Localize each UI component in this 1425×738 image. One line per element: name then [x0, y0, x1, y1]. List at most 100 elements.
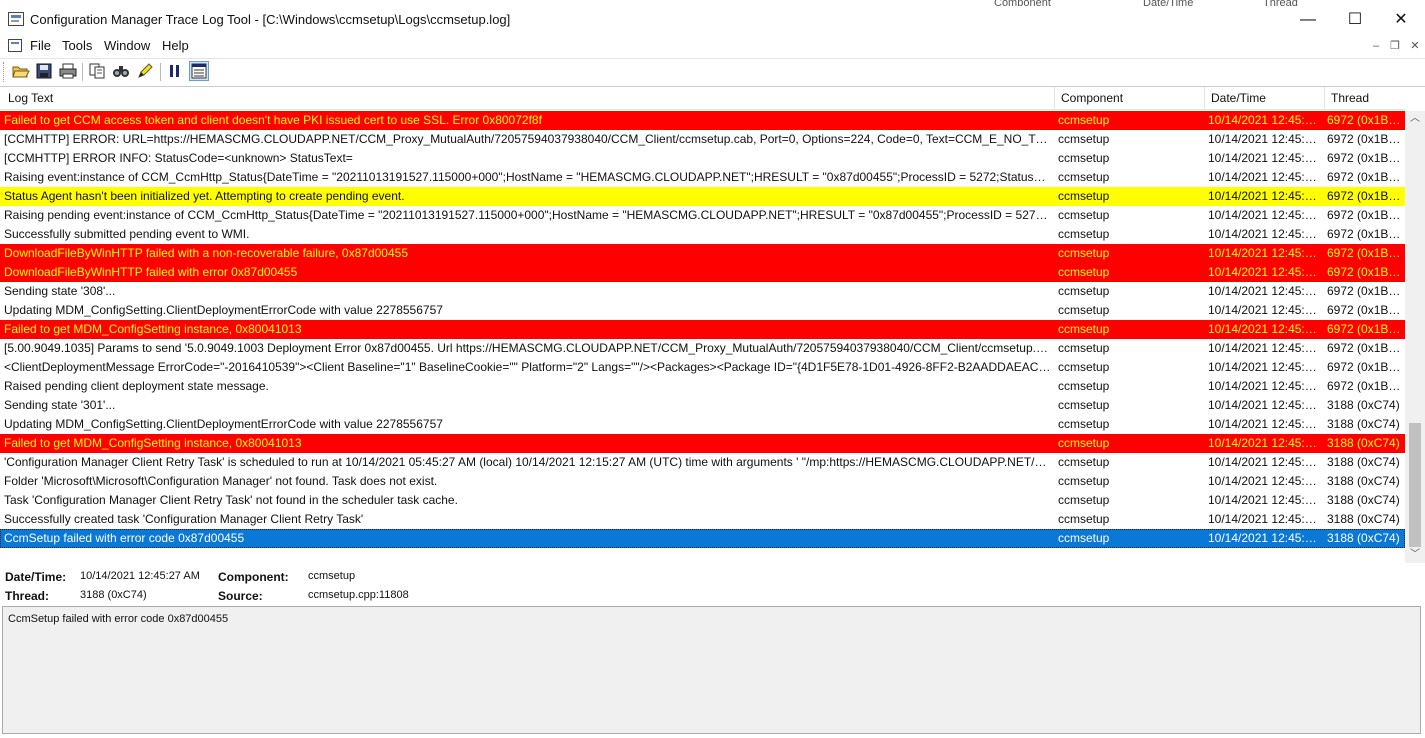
- log-text-cell: DownloadFileByWinHTTP failed with error …: [4, 265, 298, 279]
- message-box[interactable]: CcmSetup failed with error code 0x87d004…: [2, 606, 1421, 734]
- mdi-close-button[interactable]: ✕: [1408, 39, 1422, 53]
- datetime-cell: 10/14/2021 12:45:27 A: [1208, 360, 1320, 374]
- log-row[interactable]: Status Agent hasn't been initialized yet…: [0, 187, 1405, 206]
- datetime-cell: 10/14/2021 12:45:27 A: [1208, 151, 1320, 165]
- log-row[interactable]: Raising event:instance of CCM_CcmHttp_St…: [0, 168, 1405, 187]
- datetime-cell: 10/14/2021 12:45:27 A: [1208, 379, 1320, 393]
- maximize-button[interactable]: ☐: [1332, 6, 1378, 34]
- log-text-cell: CcmSetup failed with error code 0x87d004…: [4, 531, 245, 545]
- log-row[interactable]: DownloadFileByWinHTTP failed with error …: [0, 263, 1405, 282]
- log-text-cell: <ClientDeploymentMessage ErrorCode="-201…: [4, 360, 1052, 374]
- menu-tools[interactable]: Tools: [62, 38, 92, 53]
- component-cell: ccmsetup: [1058, 436, 1110, 450]
- title-bar: Component Date/Time Thread Configuration…: [0, 0, 1425, 36]
- background-header-component: Component: [994, 0, 1051, 6]
- log-row[interactable]: Raised pending client deployment state m…: [0, 377, 1405, 396]
- log-row[interactable]: 'Configuration Manager Client Retry Task…: [0, 453, 1405, 472]
- mdi-minimize-button[interactable]: –: [1369, 39, 1383, 53]
- open-folder-icon[interactable]: [10, 61, 30, 81]
- thread-cell: 6972 (0x1B3C): [1327, 303, 1403, 317]
- scrollbar-thumb[interactable]: [1409, 423, 1421, 547]
- window-title: Configuration Manager Trace Log Tool - […: [30, 12, 511, 27]
- datetime-cell: 10/14/2021 12:45:27 A: [1208, 493, 1320, 507]
- component-cell: ccmsetup: [1058, 322, 1110, 336]
- log-row[interactable]: Failed to get CCM access token and clien…: [0, 111, 1405, 130]
- component-label: Component:: [218, 570, 289, 584]
- toolbar-separator: [160, 63, 161, 81]
- menu-window[interactable]: Window: [104, 38, 150, 53]
- log-row[interactable]: Failed to get MDM_ConfigSetting instance…: [0, 320, 1405, 339]
- log-row[interactable]: [CCMHTTP] ERROR: URL=https://HEMASCMG.CL…: [0, 130, 1405, 149]
- log-row[interactable]: Sending state '301'... ccmsetup 10/14/2021…: [0, 396, 1405, 415]
- log-row[interactable]: Sending state '308'... ccmsetup 10/14/2021…: [0, 282, 1405, 301]
- log-row[interactable]: Task 'Configuration Manager Client Retry…: [0, 491, 1405, 510]
- log-row[interactable]: Raising pending event:instance of CCM_Cc…: [0, 206, 1405, 225]
- log-text-cell: [CCMHTTP] ERROR INFO: StatusCode=<unknow…: [4, 151, 353, 165]
- pause-icon[interactable]: [165, 61, 185, 81]
- scroll-down-icon[interactable]: ﹀: [1405, 547, 1425, 563]
- print-icon[interactable]: [58, 61, 78, 81]
- log-row[interactable]: [CCMHTTP] ERROR INFO: StatusCode=<unknow…: [0, 149, 1405, 168]
- component-cell: ccmsetup: [1058, 113, 1110, 127]
- log-row[interactable]: DownloadFileByWinHTTP failed with a non-…: [0, 244, 1405, 263]
- column-divider[interactable]: [1054, 87, 1055, 110]
- log-row[interactable]: [5.00.9049.1035] Params to send '5.0.904…: [0, 339, 1405, 358]
- save-icon[interactable]: [34, 61, 54, 81]
- close-button[interactable]: ✕: [1378, 6, 1424, 34]
- mdi-restore-button[interactable]: ❐: [1388, 39, 1402, 53]
- log-text-cell: Sending state '308'...: [4, 284, 116, 298]
- column-header-log-text[interactable]: Log Text: [8, 91, 53, 105]
- datetime-cell: 10/14/2021 12:45:27 A: [1208, 227, 1320, 241]
- details-pane-icon[interactable]: [189, 61, 209, 81]
- log-text-cell: Raised pending client deployment state m…: [4, 379, 269, 393]
- column-header-thread[interactable]: Thread: [1331, 91, 1369, 105]
- log-text-cell: DownloadFileByWinHTTP failed with a non-…: [4, 246, 408, 260]
- log-row[interactable]: Successfully submitted pending event to …: [0, 225, 1405, 244]
- component-cell: ccmsetup: [1058, 417, 1110, 431]
- document-icon[interactable]: [8, 39, 22, 52]
- log-rows: Failed to get CCM access token and clien…: [0, 111, 1405, 548]
- log-row[interactable]: <ClientDeploymentMessage ErrorCode="-201…: [0, 358, 1405, 377]
- column-header-datetime[interactable]: Date/Time: [1211, 91, 1266, 105]
- component-cell: ccmsetup: [1058, 227, 1110, 241]
- component-cell: ccmsetup: [1058, 170, 1110, 184]
- find-icon[interactable]: [111, 61, 131, 81]
- datetime-value: 10/14/2021 12:45:27 AM: [80, 570, 200, 582]
- component-cell: ccmsetup: [1058, 360, 1110, 374]
- log-list[interactable]: Log Text Component Date/Time Thread Fail…: [0, 86, 1425, 563]
- component-cell: ccmsetup: [1058, 132, 1110, 146]
- datetime-cell: 10/14/2021 12:45:27 A: [1208, 189, 1320, 203]
- message-text: CcmSetup failed with error code 0x87d004…: [8, 613, 229, 625]
- thread-cell: 3188 (0xC74): [1327, 531, 1400, 545]
- menu-help[interactable]: Help: [162, 38, 189, 53]
- datetime-cell: 10/14/2021 12:45:27 A: [1208, 455, 1320, 469]
- background-header-datetime: Date/Time: [1143, 0, 1194, 6]
- scroll-up-icon[interactable]: ︿: [1405, 111, 1425, 127]
- log-row[interactable]: Failed to get MDM_ConfigSetting instance…: [0, 434, 1405, 453]
- log-text-cell: Task 'Configuration Manager Client Retry…: [4, 493, 458, 507]
- column-divider[interactable]: [1204, 87, 1205, 110]
- copy-icon[interactable]: [87, 61, 107, 81]
- log-row[interactable]: Folder 'Microsoft\Microsoft\Configuratio…: [0, 472, 1405, 491]
- datetime-label: Date/Time:: [5, 570, 67, 584]
- details-panel: Date/Time: 10/14/2021 12:45:27 AM Compon…: [0, 564, 1425, 606]
- toolbar-grip[interactable]: [3, 62, 6, 82]
- vertical-scrollbar[interactable]: ︿ ﹀: [1405, 111, 1425, 563]
- component-cell: ccmsetup: [1058, 208, 1110, 222]
- list-header: Log Text Component Date/Time Thread: [0, 87, 1405, 110]
- column-divider[interactable]: [1324, 87, 1325, 110]
- toolbar-separator: [82, 63, 83, 81]
- log-row[interactable]: Successfully created task 'Configuration…: [0, 510, 1405, 529]
- source-label: Source:: [218, 589, 263, 603]
- minimize-button[interactable]: —: [1285, 6, 1331, 34]
- thread-cell: 3188 (0xC74): [1327, 417, 1400, 431]
- datetime-cell: 10/14/2021 12:45:27 A: [1208, 132, 1320, 146]
- menu-file[interactable]: File: [30, 38, 51, 53]
- log-row[interactable]: Updating MDM_ConfigSetting.ClientDeploym…: [0, 301, 1405, 320]
- log-row[interactable]: Updating MDM_ConfigSetting.ClientDeploym…: [0, 415, 1405, 434]
- column-header-component[interactable]: Component: [1061, 91, 1123, 105]
- log-text-cell: Folder 'Microsoft\Microsoft\Configuratio…: [4, 474, 438, 488]
- highlight-icon[interactable]: [135, 61, 155, 81]
- log-row[interactable]: CcmSetup failed with error code 0x87d004…: [0, 529, 1405, 548]
- datetime-cell: 10/14/2021 12:45:27 A: [1208, 531, 1320, 545]
